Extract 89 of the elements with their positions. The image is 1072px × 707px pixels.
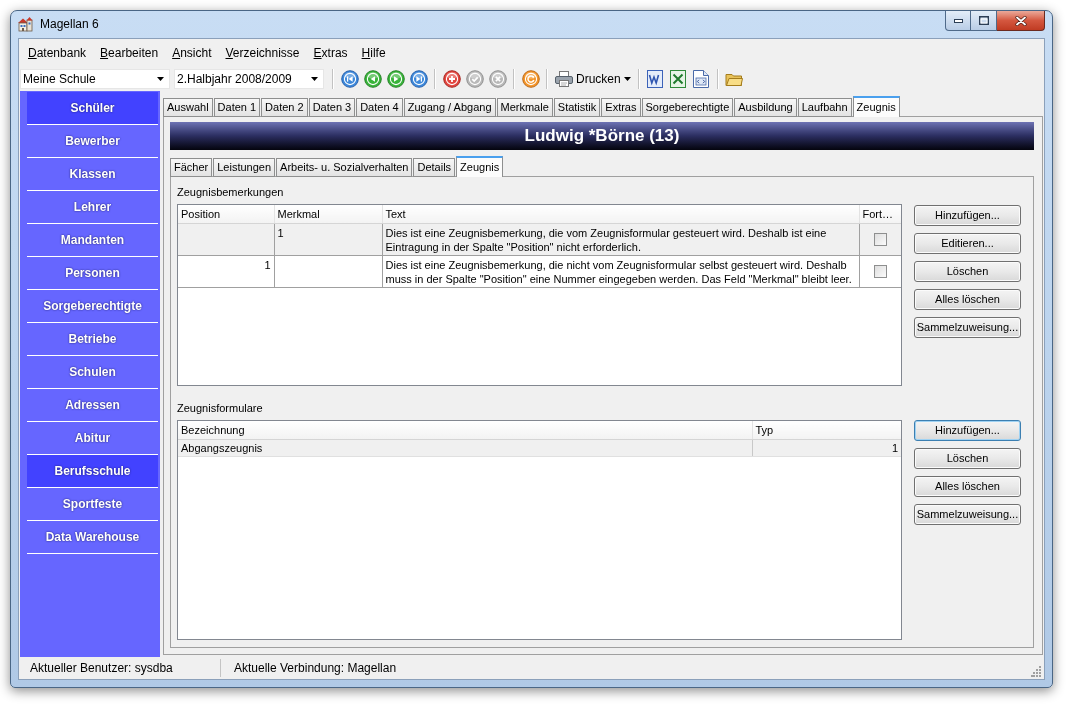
caret-icon [311, 76, 318, 81]
left-arrow-icon [363, 69, 382, 88]
skip-forward-icon [409, 69, 428, 88]
action-button[interactable]: Alles löschen [914, 289, 1021, 310]
column-header[interactable]: Bezeichnung [178, 421, 752, 439]
menu-item[interactable]: Ansicht [165, 42, 219, 63]
tab[interactable]: Zugang / Abgang [403, 98, 496, 117]
w-document-icon [647, 69, 664, 88]
menu-item[interactable]: Hilfe [354, 42, 393, 63]
status-text: Aktuelle Verbindung: Magellan [234, 660, 397, 677]
checkbox[interactable] [873, 265, 887, 279]
action-button[interactable]: Alles löschen [914, 476, 1021, 497]
window-title: Magellan 6 [40, 16, 99, 33]
table-row[interactable]: 1 Dies ist eine Zeugnisbemerkung, die nicht vom Zeugnisformular selbst gesteuert wird. Deshalb muss in der Spalte "Position" eine Nummer eingegeben werden. Das Feld "Merkmal" bleibt leer. [178, 255, 901, 287]
close-icon [1014, 15, 1027, 26]
minimize-button[interactable] [945, 11, 971, 31]
table-cell: Dies ist eine Zeugnisbemerkung, die vom Zeugnisformular gesteuert wird. Deshalb ist eine Eintragung in der Spalte "Position" nicht erforderlich. [382, 223, 859, 255]
right-arrow-icon [386, 69, 405, 88]
maximize-button[interactable] [971, 11, 997, 31]
print-button[interactable]: Drucken [552, 67, 634, 90]
check-icon [465, 69, 484, 88]
dropdown[interactable]: 2.Halbjahr 2008/2009 [174, 68, 324, 89]
tab[interactable]: Extras [601, 98, 641, 117]
close-button[interactable] [997, 11, 1045, 31]
tab[interactable]: Laufbahn [797, 98, 852, 117]
column-header[interactable]: Typ [752, 421, 901, 439]
table-cell: 1 [178, 255, 274, 287]
action-button[interactable]: Hinzufügen... [914, 420, 1021, 441]
tab[interactable]: Daten 4 [356, 98, 403, 117]
tab[interactable]: Daten 3 [308, 98, 356, 117]
tab[interactable]: Merkmale [496, 98, 553, 117]
table-cell: 1 [752, 439, 901, 457]
cancel-icon [488, 69, 507, 88]
action-button[interactable]: Löschen [914, 261, 1021, 282]
minimize-icon [953, 18, 963, 23]
sidebar-item[interactable]: Berufsschule [27, 455, 158, 488]
sidebar-item[interactable]: Schüler [27, 92, 158, 125]
table-cell: Dies ist eine Zeugnisbemerkung, die nicht vom Zeugnisformular selbst gesteuert wird. Deshalb muss in der Spalte "Position" eine Nummer eingegeben werden. Das Feld "Merkmal" bleibt leer. [382, 255, 859, 287]
refresh-icon [521, 69, 540, 88]
action-button[interactable]: Löschen [914, 448, 1021, 469]
tab[interactable]: Ausbildung [734, 98, 797, 117]
section-label: Zeugnisformulare [177, 401, 263, 415]
menu-item[interactable]: Verzeichnisse [218, 42, 307, 63]
tab[interactable]: Details [413, 158, 456, 177]
skip-back-icon [340, 69, 359, 88]
table-cell: 1 [274, 223, 382, 255]
tab[interactable]: Daten 1 [213, 98, 261, 117]
action-button[interactable]: Sammelzuweisung... [914, 504, 1021, 525]
action-button[interactable]: Hinzufügen... [914, 205, 1021, 226]
tab[interactable]: Daten 2 [261, 98, 308, 117]
tab[interactable]: Auswahl [163, 98, 213, 117]
toolbar-button[interactable] [519, 67, 542, 90]
code-document-icon [693, 69, 710, 88]
column-header[interactable]: Merkmal [274, 205, 382, 223]
toolbar-button[interactable] [338, 67, 361, 90]
column-header[interactable]: Position [178, 205, 274, 223]
house-icon [17, 16, 33, 32]
plus-icon [442, 69, 461, 88]
caret-icon [157, 76, 164, 81]
printer-icon [555, 70, 573, 87]
action-button[interactable]: Sammelzuweisung... [914, 317, 1021, 338]
checkbox[interactable] [873, 233, 887, 247]
menu-item[interactable]: Extras [306, 42, 355, 63]
status-text: Aktueller Benutzer: sysdba [30, 660, 173, 677]
maximize-icon [978, 16, 989, 25]
column-header[interactable]: Text [382, 205, 859, 223]
dropdown[interactable]: Meine Schule [20, 68, 170, 89]
menu-item[interactable]: Bearbeiten [93, 42, 166, 63]
action-button[interactable]: Editieren... [914, 233, 1021, 254]
tab[interactable]: Sorgeberechtigte [641, 98, 734, 117]
tab[interactable]: Zeugnis [852, 96, 900, 117]
menu-item[interactable]: Datenbank [21, 42, 94, 63]
toolbar-button[interactable] [440, 67, 463, 90]
x-document-icon [670, 69, 687, 88]
section-label: Zeugnisbemerkungen [177, 185, 284, 199]
toolbar-button[interactable] [407, 67, 430, 90]
resize-grip-icon[interactable] [1031, 666, 1042, 677]
tab[interactable]: Fächer [170, 158, 213, 177]
toolbar-button[interactable] [361, 67, 384, 90]
toolbar-button[interactable] [384, 67, 407, 90]
caret-icon [623, 76, 631, 81]
tab[interactable]: Leistungen [213, 158, 276, 177]
table-row[interactable]: 1 Dies ist eine Zeugnisbemerkung, die vom Zeugnisformular gesteuert wird. Deshalb ist eine Eintragung in der Spalte "Position" nicht erforderlich. [178, 223, 901, 255]
tab[interactable]: Zeugnis [456, 156, 504, 177]
table-cell: Abgangszeugnis [178, 439, 752, 457]
column-header[interactable]: Fort… [859, 205, 901, 223]
student-header: Ludwig *Börne (13) [170, 122, 1034, 150]
tab[interactable]: Arbeits- u. Sozialverhalten [276, 158, 413, 177]
tab[interactable]: Statistik [553, 98, 601, 117]
